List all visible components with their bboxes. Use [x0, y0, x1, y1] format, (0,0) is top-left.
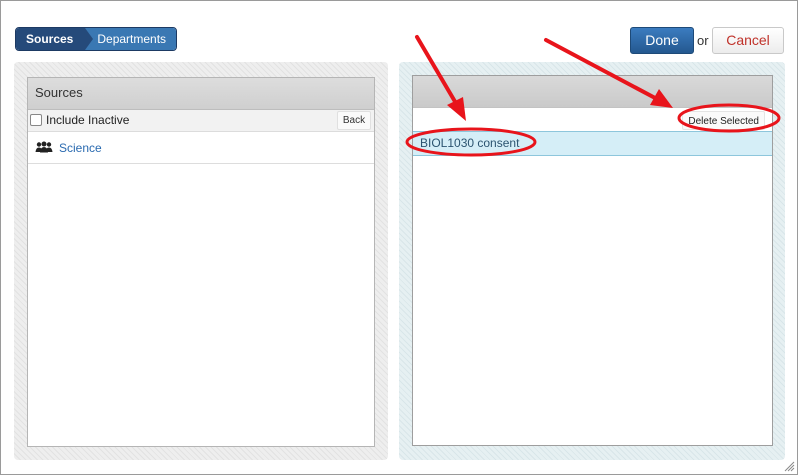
selected-panel: Delete Selected BIOL1030 consent	[412, 75, 773, 446]
breadcrumb-sources[interactable]: Sources	[16, 28, 94, 50]
breadcrumb-departments[interactable]: Departments	[85, 28, 177, 50]
sources-toolbar: Include Inactive Back	[28, 110, 374, 132]
back-button[interactable]: Back	[337, 111, 371, 130]
people-icon	[35, 141, 53, 153]
resize-grip-icon[interactable]	[783, 460, 795, 472]
selected-toolbar: Delete Selected	[413, 108, 772, 131]
selected-panel-header	[413, 76, 772, 108]
sources-panel-title: Sources	[28, 78, 374, 110]
include-inactive-checkbox[interactable]	[30, 114, 42, 126]
dialog-frame: Sources Departments Done or Cancel Sourc…	[0, 0, 798, 475]
include-inactive-label[interactable]: Include Inactive	[46, 113, 129, 127]
selected-item[interactable]: BIOL1030 consent	[413, 131, 772, 156]
done-button[interactable]: Done	[630, 27, 694, 54]
delete-selected-button[interactable]: Delete Selected	[682, 111, 765, 130]
sources-panel: Sources Include Inactive Back Science	[27, 77, 375, 447]
cancel-button[interactable]: Cancel	[712, 27, 784, 54]
or-text: or	[697, 33, 709, 48]
source-item-science[interactable]: Science	[28, 132, 374, 164]
source-item-label[interactable]: Science	[59, 141, 102, 155]
breadcrumb: Sources Departments	[15, 27, 178, 51]
